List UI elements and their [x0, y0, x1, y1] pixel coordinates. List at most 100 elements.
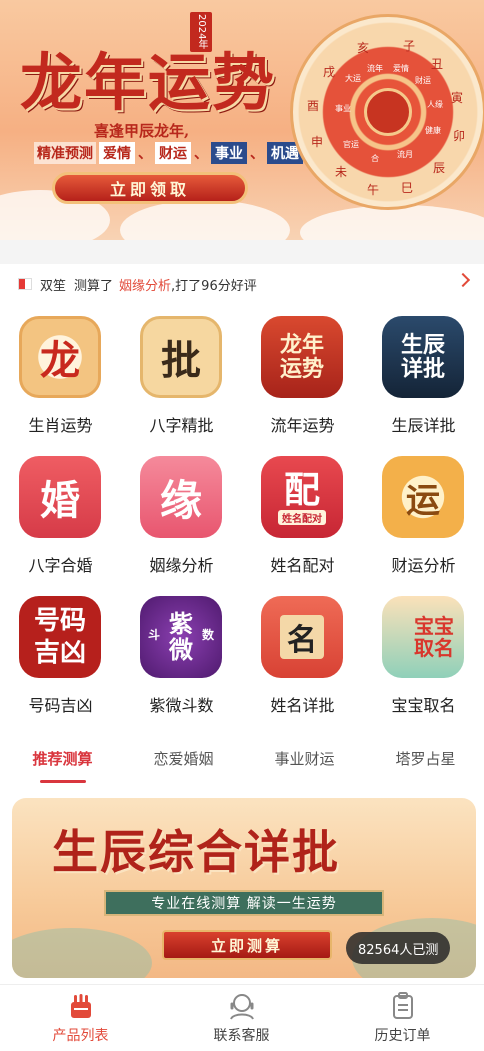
service-item-bazi-marriage[interactable]: 婚 八字合婚 — [0, 444, 121, 584]
banner-title: 龙年运势 — [20, 46, 277, 119]
featured-card[interactable]: 生辰综合详批 专业在线测算 解读一生运势 立即测算 82564人已测 — [12, 798, 476, 978]
marriage-fate-icon: 缘 — [140, 456, 222, 538]
nav-order-history[interactable]: 历史订单 — [322, 985, 483, 1051]
service-item-ziwei[interactable]: 紫微 斗 数 紫微斗数 — [121, 584, 242, 724]
bazi-scroll-icon: 批 — [140, 316, 222, 398]
icon-glyph: 宝宝取名 — [414, 614, 454, 660]
icon-glyph: 龙 — [40, 337, 80, 384]
wedding-dress-icon: 婚 — [19, 456, 101, 538]
wheel-sector-label: 健康 — [425, 126, 441, 135]
dragon-year-icon: 龙年运势 — [261, 316, 343, 398]
featured-slogan: 专业在线测算 解读一生运势 — [104, 890, 384, 916]
icon-glyph: 配 — [283, 468, 320, 511]
start-calc-button[interactable]: 立即测算 — [162, 930, 332, 960]
service-label: 宝宝取名 — [391, 696, 456, 715]
bottom-nav: 产品列表 联系客服 历史订单 — [0, 984, 484, 1051]
service-label: 号码吉凶 — [28, 696, 93, 715]
tab-love-marriage[interactable]: 恋爱婚姻 — [123, 748, 244, 769]
tab-tarot-astrology[interactable]: 塔罗占星 — [365, 748, 484, 769]
icon-glyph: 批 — [161, 337, 201, 384]
hero-banner[interactable]: 龙年运势 2024年 喜逢甲辰龙年, 精准预测 爱情、 财运、 事业、 机遇 立… — [0, 0, 484, 240]
customer-service-icon — [230, 994, 254, 1020]
tag-career: 事业 — [211, 142, 247, 164]
service-item-yearly-fortune[interactable]: 龙年运势 流年运势 — [242, 304, 363, 444]
cloud-decoration — [12, 928, 152, 978]
wheel-sector-label: 流年 — [367, 64, 383, 73]
service-item-number-luck[interactable]: 号码吉凶 号码吉凶 — [0, 584, 121, 724]
service-item-name-match[interactable]: 配 姓名配对 姓名配对 — [242, 444, 363, 584]
tab-recommended[interactable]: 推荐测算 — [2, 748, 123, 769]
zodiac-label: 辰 — [433, 161, 446, 175]
nav-label: 联系客服 — [213, 1028, 270, 1044]
wheel-sector-label: 人缘 — [427, 100, 443, 109]
cloud-decoration — [300, 205, 484, 240]
service-item-bazi-analysis[interactable]: 批 八字精批 — [121, 304, 242, 444]
category-tabs: 推荐测算 恋爱婚姻 事业财运 塔罗占星 — [0, 724, 484, 790]
zodiac-label: 午 — [367, 183, 380, 197]
notice-user: 双笙 — [40, 278, 67, 294]
wheel-sector-label: 合 — [371, 154, 379, 163]
nav-product-list[interactable]: 产品列表 — [0, 985, 161, 1051]
wheel-center — [364, 88, 412, 136]
wheel-sector-label: 财运 — [415, 76, 431, 85]
icon-glyph: 生辰详批 — [400, 332, 445, 382]
wheel-sector-label: 大运 — [345, 74, 361, 83]
service-item-zodiac-fortune[interactable]: 龙 生肖运势 — [0, 304, 121, 444]
service-label: 姓名配对 — [270, 556, 335, 575]
cloud-decoration — [120, 200, 290, 240]
icon-glyph-small: 数 — [201, 628, 214, 642]
active-tab-indicator — [40, 780, 86, 783]
icon-glyph: 名 — [280, 615, 324, 659]
service-item-marriage-analysis[interactable]: 缘 姻缘分析 — [121, 444, 242, 584]
banner-lead: 精准预测 — [34, 142, 96, 164]
zodiac-wheel: 子 丑 寅 卯 辰 巳 午 未 申 酉 戌 亥 大运 流年 爱情 财运 人缘 健… — [290, 14, 484, 210]
icon-glyph: 缘 — [159, 475, 202, 525]
notice-action: 测算了 — [74, 278, 114, 294]
icon-glyph: 运 — [406, 480, 440, 521]
tab-career-wealth[interactable]: 事业财运 — [244, 748, 365, 769]
zodiac-label: 申 — [311, 135, 324, 149]
baby-name-icon: 宝宝取名 — [382, 596, 464, 678]
icon-caption: 姓名配对 — [278, 509, 326, 525]
service-item-baby-naming[interactable]: 宝宝取名 宝宝取名 — [363, 584, 484, 724]
icon-glyph: 号码吉凶 — [33, 606, 86, 668]
zodiac-label: 酉 — [307, 99, 320, 113]
service-item-birth-detail[interactable]: 生辰详批 生辰详批 — [363, 304, 484, 444]
service-label: 八字合婚 — [28, 556, 93, 575]
claim-now-button[interactable]: 立即领取 — [52, 172, 248, 204]
service-item-name-detail[interactable]: 名 姓名详批 — [242, 584, 363, 724]
order-history-icon — [393, 992, 413, 1019]
wheel-sector-label: 流月 — [397, 150, 413, 159]
zodiac-label: 未 — [335, 165, 348, 179]
banner-tags: 精准预测 爱情、 财运、 事业、 机遇 — [34, 142, 306, 164]
featured-title: 生辰综合详批 — [52, 825, 340, 879]
tag-love: 爱情 — [99, 142, 135, 164]
service-item-wealth-analysis[interactable]: 运 财运分析 — [363, 444, 484, 584]
zodiac-label: 寅 — [451, 91, 464, 105]
banner-subtitle: 喜逢甲辰龙年, — [94, 122, 190, 140]
name-scroll-icon: 名 — [261, 596, 343, 678]
zodiac-label: 丑 — [431, 57, 444, 71]
wheel-sector-label: 官运 — [343, 140, 359, 149]
notice-item: 姻缘分析 — [119, 278, 172, 294]
nav-customer-service[interactable]: 联系客服 — [161, 985, 322, 1051]
chevron-right-icon[interactable] — [455, 272, 471, 288]
service-label: 生肖运势 — [28, 416, 93, 435]
year-badge: 2024年 — [190, 12, 212, 52]
activity-notice[interactable]: 双笙 测算了 姻缘分析 ,打了96分好评 — [0, 264, 484, 304]
zodiac-label: 戌 — [323, 65, 336, 79]
notice-result: ,打了96分好评 — [171, 278, 257, 294]
service-label: 财运分析 — [391, 556, 456, 575]
nav-label: 历史订单 — [374, 1028, 431, 1044]
ziwei-star-icon: 紫微 斗 数 — [140, 596, 222, 678]
nav-label: 产品列表 — [52, 1028, 109, 1044]
zodiac-dragon-icon: 龙 — [19, 316, 101, 398]
service-label: 姓名详批 — [270, 696, 335, 715]
name-match-icon: 配 姓名配对 — [261, 456, 343, 538]
tested-count-badge: 82564人已测 — [346, 932, 451, 964]
icon-glyph: 紫微 — [169, 609, 193, 664]
service-label: 八字精批 — [149, 416, 214, 435]
zodiac-label: 亥 — [357, 41, 370, 55]
birth-detail-icon: 生辰详批 — [382, 316, 464, 398]
service-label: 生辰详批 — [391, 416, 456, 435]
